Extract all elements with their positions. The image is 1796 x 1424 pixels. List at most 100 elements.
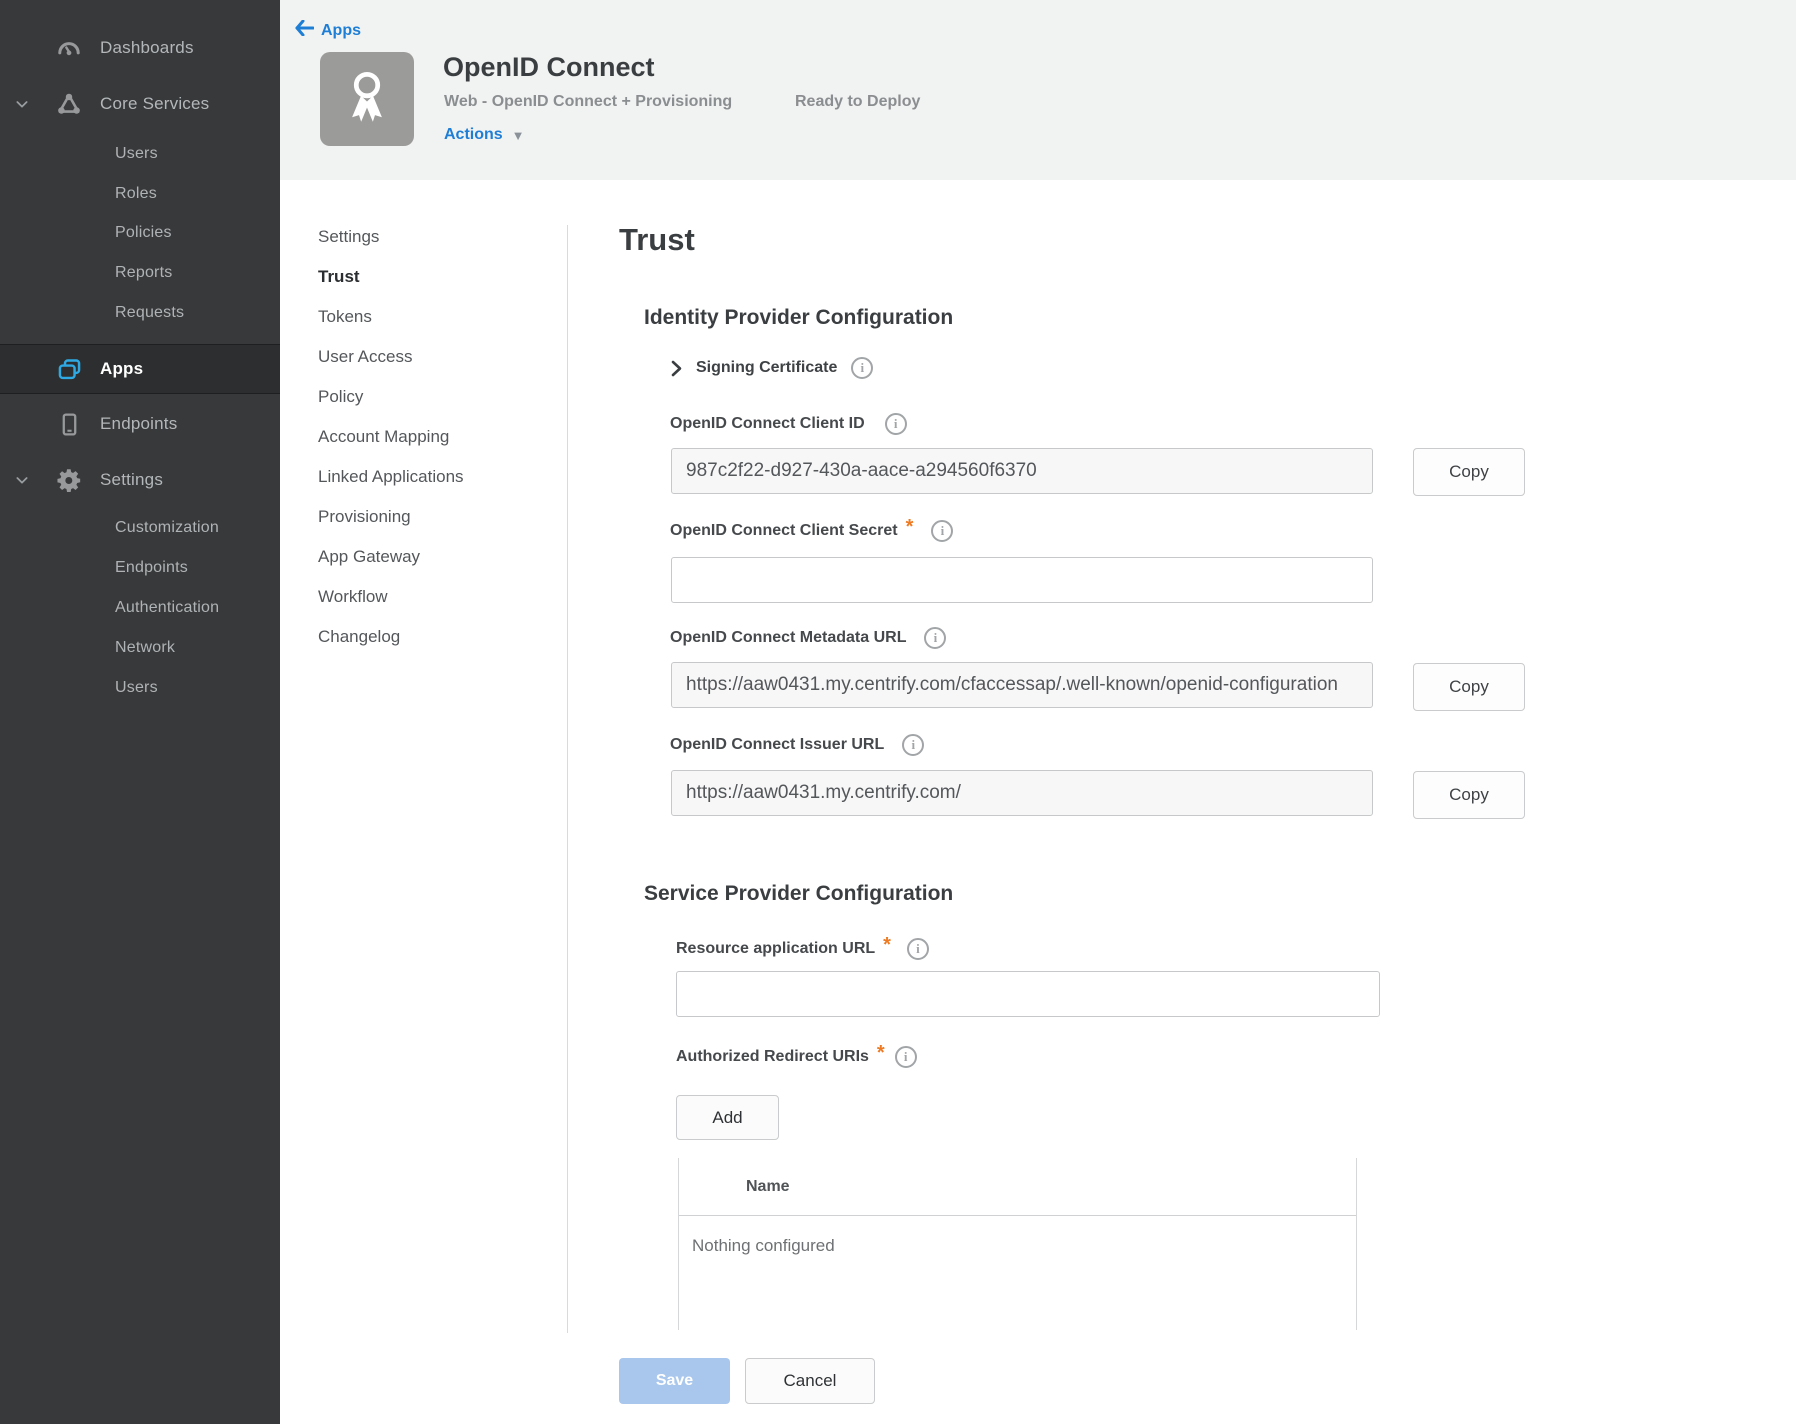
issuer-url-label-row: OpenID Connect Issuer URL [670, 734, 924, 756]
tab-app-gateway[interactable]: App Gateway [318, 537, 528, 577]
app-title: OpenID Connect [443, 52, 655, 83]
required-asterisk: * [906, 516, 914, 539]
sidebar-item-users[interactable]: Users [0, 136, 280, 172]
sidebar-item-roles[interactable]: Roles [0, 176, 280, 212]
info-icon[interactable] [924, 627, 946, 649]
add-redirect-uri-button[interactable]: Add [676, 1095, 779, 1140]
idp-section-title: Identity Provider Configuration [644, 306, 953, 330]
client-id-input[interactable] [671, 448, 1373, 494]
sp-section-title: Service Provider Configuration [644, 882, 953, 906]
sidebar-item-label: Endpoints [115, 559, 188, 577]
info-icon[interactable] [851, 357, 873, 379]
sidebar-item-settings-users[interactable]: Users [0, 670, 280, 706]
sidebar-item-label: Users [115, 679, 158, 697]
actions-dropdown[interactable]: Actions ▼ [444, 126, 525, 144]
certificate-ribbon-icon [338, 66, 396, 133]
sidebar-item-apps[interactable]: Apps [0, 344, 280, 394]
copy-metadata-url-button[interactable]: Copy [1413, 663, 1525, 711]
info-icon[interactable] [895, 1046, 917, 1068]
info-icon[interactable] [907, 938, 929, 960]
copy-client-id-button[interactable]: Copy [1413, 448, 1525, 496]
sidebar-item-requests[interactable]: Requests [0, 295, 280, 331]
sidebar-item-label: Settings [100, 470, 163, 490]
cancel-button[interactable]: Cancel [745, 1358, 875, 1404]
chevron-down-icon [10, 468, 34, 492]
client-id-label: OpenID Connect Client ID [670, 415, 865, 433]
sidebar-item-label: Customization [115, 519, 219, 537]
table-header-name: Name [679, 1158, 1356, 1216]
signing-certificate-label: Signing Certificate [696, 359, 837, 377]
info-icon[interactable] [902, 734, 924, 756]
tab-trust[interactable]: Trust [318, 257, 528, 297]
resource-url-input[interactable] [676, 971, 1380, 1017]
required-asterisk: * [883, 934, 891, 957]
redirect-uris-table: Name Nothing configured [678, 1158, 1357, 1330]
tab-user-access[interactable]: User Access [318, 337, 528, 377]
sidebar-item-label: Users [115, 145, 158, 163]
metadata-url-input[interactable] [671, 662, 1373, 708]
client-secret-label: OpenID Connect Client Secret [670, 522, 898, 540]
chevron-down-icon [10, 92, 34, 116]
status-badge: Ready to Deploy [795, 93, 920, 111]
content-divider [567, 225, 568, 1333]
tab-workflow[interactable]: Workflow [318, 577, 528, 617]
client-secret-input[interactable] [671, 557, 1373, 603]
info-icon[interactable] [885, 413, 907, 435]
client-secret-label-row: OpenID Connect Client Secret * [670, 519, 953, 542]
metadata-url-label: OpenID Connect Metadata URL [670, 629, 906, 647]
tab-linked-applications[interactable]: Linked Applications [318, 457, 528, 497]
arrow-left-icon [295, 20, 314, 41]
back-to-apps-link[interactable]: Apps [295, 20, 361, 41]
gear-icon [52, 463, 86, 497]
mobile-device-icon [52, 407, 86, 441]
client-id-label-row: OpenID Connect Client ID [670, 413, 907, 435]
issuer-url-label: OpenID Connect Issuer URL [670, 736, 884, 754]
info-icon[interactable] [931, 520, 953, 542]
page-header: Apps OpenID Connect Web - OpenID Connect… [280, 0, 1796, 180]
sidebar-item-label: Endpoints [100, 414, 177, 434]
sidebar-item-label: Network [115, 639, 175, 657]
sidebar-item-policies[interactable]: Policies [0, 215, 280, 251]
resource-url-label-row: Resource application URL * [676, 937, 929, 960]
save-button[interactable]: Save [619, 1358, 730, 1404]
tab-settings[interactable]: Settings [318, 217, 528, 257]
actions-label: Actions [444, 126, 503, 144]
core-services-icon [52, 87, 86, 121]
app-logo [320, 52, 414, 146]
tab-changelog[interactable]: Changelog [318, 617, 528, 657]
tab-provisioning[interactable]: Provisioning [318, 497, 528, 537]
sidebar-item-core-services[interactable]: Core Services [0, 80, 280, 128]
signing-certificate-toggle[interactable]: Signing Certificate [671, 357, 873, 379]
sidebar-item-label: Authentication [115, 599, 219, 617]
sidebar-item-settings[interactable]: Settings [0, 456, 280, 504]
required-asterisk: * [877, 1042, 885, 1065]
sidebar-item-reports[interactable]: Reports [0, 255, 280, 291]
sidebar-item-label: Roles [115, 185, 157, 203]
sidebar-item-label: Core Services [100, 94, 209, 114]
chevron-right-icon [671, 360, 682, 377]
apps-icon [52, 352, 86, 386]
copy-issuer-url-button[interactable]: Copy [1413, 771, 1525, 819]
redirect-uris-label-row: Authorized Redirect URIs * [676, 1045, 917, 1068]
tab-tokens[interactable]: Tokens [318, 297, 528, 337]
sidebar-item-authentication[interactable]: Authentication [0, 590, 280, 626]
sidebar-item-endpoints[interactable]: Endpoints [0, 400, 280, 448]
redirect-uris-label: Authorized Redirect URIs [676, 1048, 869, 1066]
issuer-url-input[interactable] [671, 770, 1373, 816]
sidebar-item-settings-endpoints[interactable]: Endpoints [0, 550, 280, 586]
sidebar-item-label: Dashboards [100, 38, 194, 58]
caret-down-icon: ▼ [512, 129, 525, 142]
app-section-nav: Settings Trust Tokens User Access Policy… [318, 217, 528, 657]
app-root: Dashboards Core Services Users Roles Pol… [0, 0, 1796, 1424]
resource-url-label: Resource application URL [676, 940, 875, 958]
sidebar: Dashboards Core Services Users Roles Pol… [0, 0, 280, 1424]
metadata-url-label-row: OpenID Connect Metadata URL [670, 627, 946, 649]
sidebar-item-customization[interactable]: Customization [0, 510, 280, 546]
app-subtitle: Web - OpenID Connect + Provisioning [444, 93, 732, 111]
sidebar-item-network[interactable]: Network [0, 630, 280, 666]
tab-account-mapping[interactable]: Account Mapping [318, 417, 528, 457]
sidebar-item-label: Reports [115, 264, 172, 282]
tab-policy[interactable]: Policy [318, 377, 528, 417]
sidebar-item-dashboards[interactable]: Dashboards [0, 24, 280, 72]
sidebar-item-label: Policies [115, 224, 172, 242]
